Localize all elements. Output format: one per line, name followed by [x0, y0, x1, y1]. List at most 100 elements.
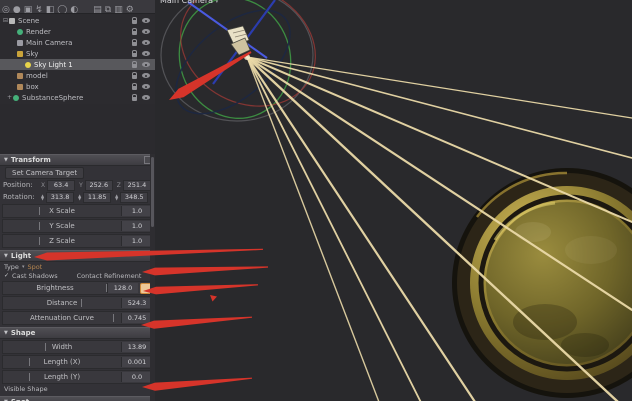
lock-icon[interactable] — [132, 50, 137, 57]
y-scale-row: Y Scale 1.0 — [2, 219, 153, 233]
duplicate-icon[interactable]: ⧉ — [105, 6, 111, 14]
expander-icon[interactable]: ⊟ — [2, 17, 9, 24]
width-label: Width — [51, 343, 73, 351]
set-camera-target-button[interactable]: Set Camera Target — [5, 166, 85, 179]
contact-refinement-label[interactable]: Contact Refinement — [77, 272, 142, 280]
properties-panel: ▼ Transform Set Camera Target Position: … — [0, 154, 155, 401]
light-section-header[interactable]: ▼ Light — [0, 250, 155, 262]
tree-item-label: Sky Light 1 — [34, 60, 73, 69]
slider-handle[interactable] — [106, 284, 107, 292]
lock-icon[interactable] — [132, 83, 137, 90]
spinner-icon[interactable]: ▲ ▼ — [115, 194, 118, 201]
visibility-eye-icon[interactable] — [142, 62, 150, 67]
folder-icon[interactable]: ▤ — [93, 6, 102, 14]
position-x-field[interactable]: 63.4 — [47, 179, 76, 191]
length-x-label: Length (X) — [43, 358, 81, 366]
rotation-z-field[interactable]: 348.5 — [120, 191, 149, 203]
position-row: Position: X 63.4 Y 252.6 Z 251.4 — [0, 179, 155, 191]
collapse-caret-icon: ▼ — [4, 330, 8, 336]
tree-item-scene[interactable]: ⊟ Scene — [0, 15, 155, 26]
width-row: Width 13.89 — [2, 340, 153, 354]
visibility-eye-icon[interactable] — [142, 51, 150, 56]
lock-icon[interactable] — [132, 94, 137, 101]
curve-icon[interactable]: ↯ — [35, 6, 43, 14]
z-scale-label: Z Scale — [49, 237, 75, 245]
lock-icon[interactable] — [132, 72, 137, 79]
rotation-x-field[interactable]: 313.8 — [46, 191, 75, 203]
slider-handle[interactable] — [113, 314, 114, 322]
shape-section-header[interactable]: ▼ Shape — [0, 327, 155, 339]
lock-icon[interactable] — [132, 39, 137, 46]
spotlight-object[interactable] — [226, 25, 251, 60]
chevron-down-icon: ▾ — [21, 263, 25, 270]
expander-icon[interactable]: + — [6, 94, 13, 101]
3d-viewport[interactable]: Main Camera ▾ — [155, 0, 632, 401]
lock-icon[interactable] — [132, 28, 137, 35]
tree-item-sky[interactable]: Sky — [0, 48, 155, 59]
position-y-field[interactable]: 252.6 — [84, 179, 113, 191]
tree-item-sky-light-1[interactable]: Sky Light 1 — [0, 59, 155, 70]
slider-handle[interactable] — [39, 207, 40, 215]
shadows-row: ✓ Cast Shadows Contact Refinement — [0, 271, 155, 280]
tree-item-substancesphere[interactable]: + SubstanceSphere — [0, 92, 155, 103]
viewport-camera-selector[interactable]: Main Camera ▾ — [160, 0, 218, 5]
delete-icon[interactable]: ▥ — [114, 6, 123, 14]
light-type-dropdown[interactable]: Spot — [27, 263, 42, 271]
slider-handle[interactable] — [45, 343, 46, 351]
slider-handle[interactable] — [81, 299, 82, 307]
visible-shape-label[interactable]: Visible Shape — [4, 385, 48, 393]
width-field[interactable]: 13.89 — [121, 342, 152, 352]
lock-icon[interactable] — [132, 61, 137, 68]
distance-field[interactable]: 524.3 — [121, 298, 152, 308]
visibility-eye-icon[interactable] — [142, 95, 150, 100]
material-sphere-icon[interactable]: ◐ — [70, 6, 78, 14]
environment-icon[interactable]: ◎ — [2, 6, 10, 14]
lock-icon[interactable] — [132, 17, 137, 24]
spot-section-header[interactable]: ▼ Spot — [0, 396, 155, 401]
tree-item-box[interactable]: box — [0, 81, 155, 92]
visibility-eye-icon[interactable] — [142, 40, 150, 45]
add-sphere-icon[interactable]: ◯ — [57, 6, 67, 14]
length-y-label: Length (Y) — [43, 373, 81, 381]
z-scale-field[interactable]: 1.0 — [121, 236, 152, 246]
scrollbar-thumb[interactable] — [151, 157, 154, 227]
length-y-field[interactable]: 0.0 — [121, 372, 152, 382]
add-cube-icon[interactable]: ◧ — [46, 6, 55, 14]
axis-label: X — [41, 181, 46, 189]
slider-handle[interactable] — [29, 358, 30, 366]
tree-item-render[interactable]: Render — [0, 26, 155, 37]
rotation-y-field[interactable]: 11.85 — [83, 191, 112, 203]
attenuation-curve-field[interactable]: 0.745 — [121, 313, 152, 323]
slider-handle[interactable] — [39, 237, 40, 245]
add-light-icon[interactable]: ● — [13, 6, 21, 14]
tree-item-main-camera[interactable]: Main Camera — [0, 37, 155, 48]
x-scale-label: X Scale — [49, 207, 75, 215]
tree-item-label: Scene — [18, 16, 40, 25]
light-type-row: Type ▾ Spot — [0, 262, 155, 271]
add-camera-icon[interactable]: ▣ — [24, 6, 33, 14]
length-x-field[interactable]: 0.001 — [121, 357, 152, 367]
viewport-camera-label: Main Camera — [160, 0, 214, 5]
slider-handle[interactable] — [39, 222, 40, 230]
y-scale-field[interactable]: 1.0 — [121, 221, 152, 231]
settings-gear-icon[interactable]: ⚙ — [126, 6, 134, 14]
application-window: Main Camera ▾ ◎ ● ▣ ↯ ◧ ◯ ◐ ▤ ⧉ ▥ ⚙ ⊟ Sc… — [0, 0, 632, 401]
tree-item-model[interactable]: model — [0, 70, 155, 81]
spinner-icon[interactable]: ▲ ▼ — [41, 194, 44, 201]
spinner-icon[interactable]: ▲ ▼ — [78, 194, 81, 201]
properties-scrollbar[interactable] — [150, 154, 155, 401]
visibility-eye-icon[interactable] — [142, 18, 150, 23]
gold-sphere-object[interactable] — [452, 168, 632, 398]
x-scale-field[interactable]: 1.0 — [121, 206, 152, 216]
checkbox-checked-icon[interactable]: ✓ — [4, 272, 9, 279]
position-z-field[interactable]: 251.4 — [122, 179, 151, 191]
visibility-eye-icon[interactable] — [142, 29, 150, 34]
visibility-eye-icon[interactable] — [142, 84, 150, 89]
slider-handle[interactable] — [29, 373, 30, 381]
section-title: Transform — [10, 156, 51, 164]
brightness-field[interactable]: 128.0 — [107, 283, 138, 293]
cast-shadows-label[interactable]: Cast Shadows — [12, 272, 58, 280]
transform-section-header[interactable]: ▼ Transform — [0, 154, 155, 166]
visibility-eye-icon[interactable] — [142, 73, 150, 78]
axis-label: Z — [116, 181, 121, 189]
